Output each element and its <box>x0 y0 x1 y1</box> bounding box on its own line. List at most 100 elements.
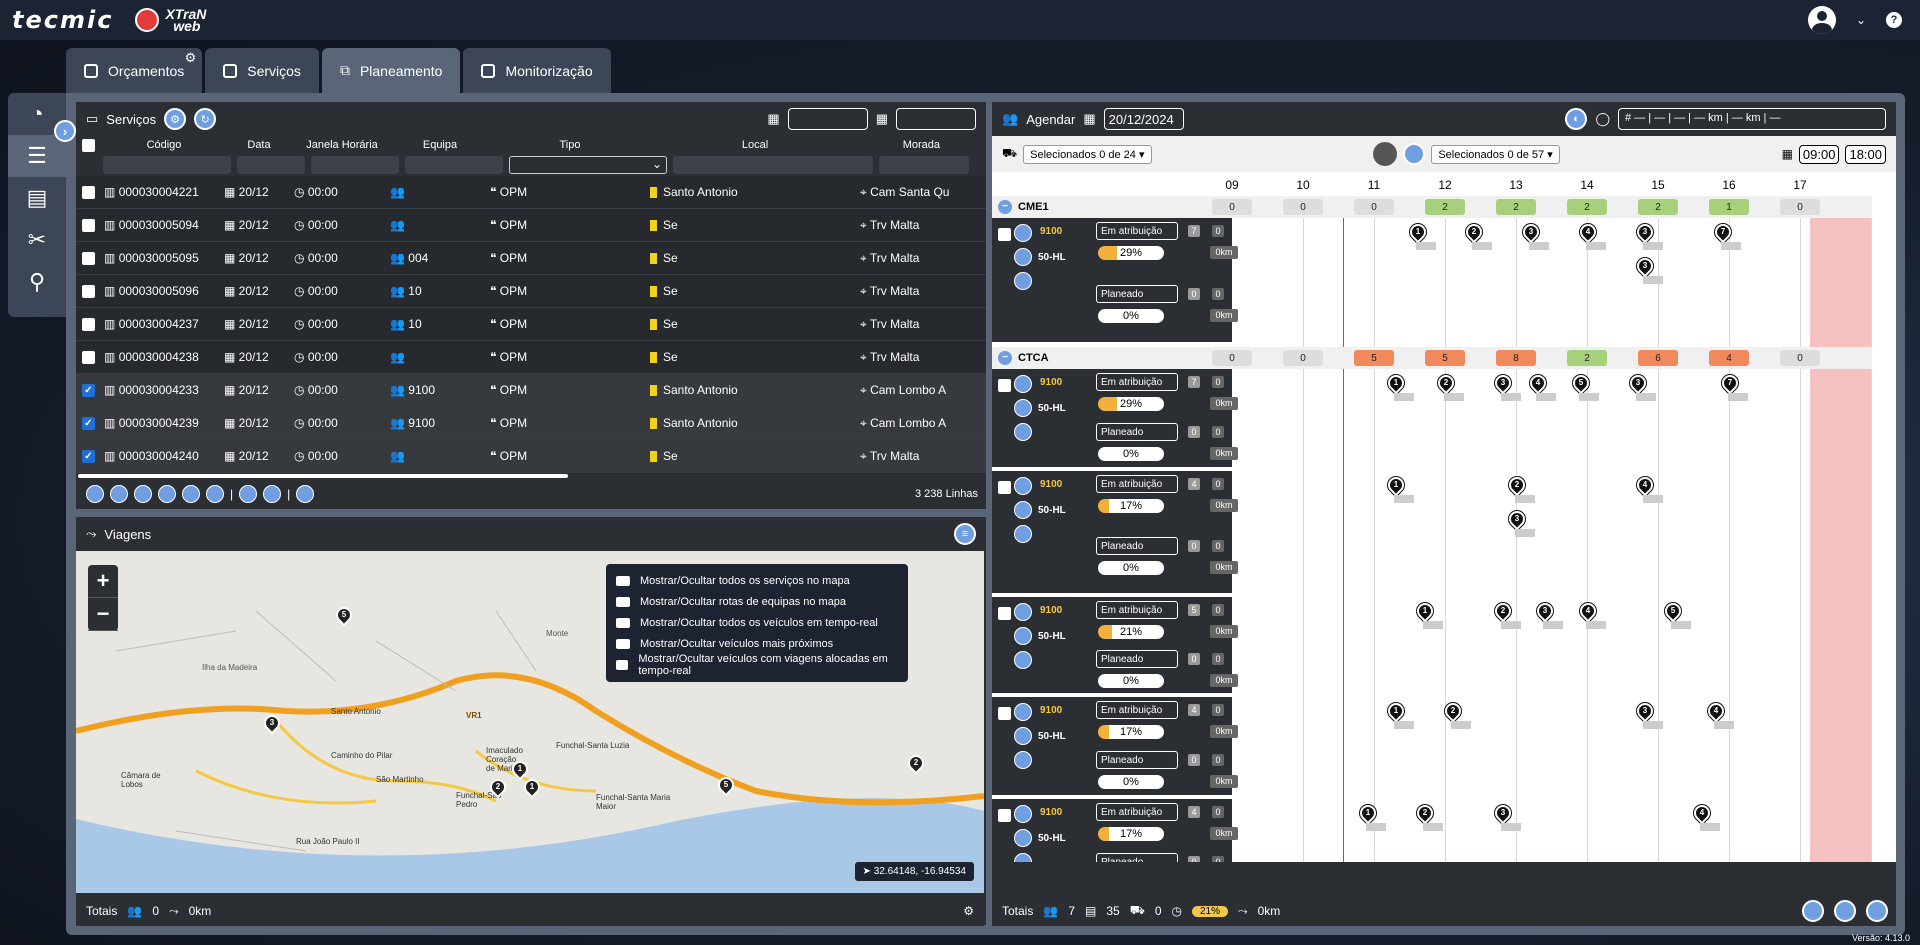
tab-planeamento[interactable]: ⧉ Planeamento <box>321 48 461 93</box>
row-checkbox[interactable] <box>82 251 95 265</box>
service-bar[interactable] <box>1443 393 1464 401</box>
service-pin[interactable]: 3 <box>1519 220 1543 244</box>
col-codigo[interactable]: Código <box>104 139 224 151</box>
service-bar[interactable] <box>1422 823 1443 831</box>
service-pin[interactable]: 3 <box>1505 507 1529 531</box>
start-time-input[interactable]: 09:00 <box>1798 144 1840 164</box>
service-bar[interactable] <box>1451 721 1471 729</box>
calendar-icon[interactable]: ▦ <box>876 111 888 127</box>
col-data[interactable]: Data <box>224 139 294 151</box>
filter-tipo-select[interactable]: ⌄ <box>509 156 667 174</box>
table-row[interactable]: ▥ 000030004237 ▦ 20/12 ◷ 00:00 👥 10 ❝ OP… <box>76 308 986 341</box>
service-pin[interactable]: 1 <box>1413 599 1436 623</box>
schedule-date-input[interactable]: 20/12/2024 <box>1103 108 1184 130</box>
service-pin[interactable]: 2 <box>1441 699 1465 723</box>
table-row[interactable]: ▥ 000030005096 ▦ 20/12 ◷ 00:00 👥 10 ❝ OP… <box>76 275 986 308</box>
add-icon[interactable] <box>110 485 128 503</box>
status-planeado[interactable]: Planeado <box>1096 751 1178 769</box>
map[interactable]: Ilha da Madeira Monte Santo Antonio Câma… <box>76 551 984 893</box>
service-bar[interactable] <box>1529 242 1550 250</box>
menu-item-nearest-vehicles[interactable]: Mostrar/Ocultar veículos mais próximos <box>606 633 908 654</box>
driver-icon[interactable] <box>1014 853 1032 862</box>
service-bar[interactable] <box>1500 621 1521 629</box>
status-planeado[interactable]: Planeado <box>1096 537 1178 555</box>
service-bar[interactable] <box>1642 242 1663 250</box>
service-bar[interactable] <box>1642 721 1663 729</box>
collapse-icon[interactable]: − <box>998 351 1012 365</box>
service-bar[interactable] <box>1543 621 1564 629</box>
bulb-icon[interactable]: ◯ <box>1595 111 1610 127</box>
zoom-out-button[interactable]: − <box>88 598 118 631</box>
service-pin[interactable]: 1 <box>1384 699 1408 723</box>
service-pin[interactable]: 7 <box>1718 371 1742 395</box>
table-row[interactable]: ▥ 000030004238 ▦ 20/12 ◷ 00:00 👥 ❝ OPM S… <box>76 341 986 374</box>
filter-morada[interactable] <box>879 156 969 174</box>
save-icon[interactable] <box>1802 900 1824 922</box>
col-local[interactable]: Local <box>650 139 860 151</box>
nav-tools-icon[interactable]: ✂ <box>8 219 66 261</box>
col-morada[interactable]: Morada <box>860 139 940 151</box>
grid-icon[interactable] <box>296 485 315 503</box>
service-bar[interactable] <box>1713 721 1734 729</box>
driver-icon[interactable] <box>1014 272 1032 290</box>
vehicle-checkbox[interactable] <box>998 481 1011 494</box>
service-bar[interactable] <box>1585 242 1606 250</box>
service-pin[interactable]: 3 <box>1626 371 1649 395</box>
filter-data[interactable] <box>237 156 305 174</box>
service-bar[interactable] <box>1472 242 1493 250</box>
row-checkbox[interactable] <box>82 350 95 364</box>
service-bar[interactable] <box>1671 621 1692 629</box>
delete-icon[interactable] <box>134 485 152 503</box>
service-pin[interactable]: 1 <box>1356 801 1380 825</box>
row-checkbox[interactable] <box>82 218 95 232</box>
vehicle-checkbox[interactable] <box>998 809 1011 822</box>
tab-monitorizacao[interactable]: Monitorização <box>463 48 611 93</box>
driver-icon[interactable] <box>1014 651 1032 669</box>
service-pin[interactable]: 4 <box>1633 473 1657 497</box>
service-pin[interactable]: 5 <box>1661 599 1685 623</box>
col-janela[interactable]: Janela Horária <box>294 139 390 151</box>
status-em-atribuicao[interactable]: Em atribuição <box>1096 475 1178 493</box>
service-pin[interactable]: 5 <box>1569 371 1593 395</box>
nav-reports-icon[interactable]: ▤ <box>8 177 66 219</box>
route-settings-icon[interactable] <box>1866 900 1888 922</box>
document-icon[interactable] <box>239 485 258 503</box>
service-bar[interactable] <box>1536 393 1557 401</box>
zoom-in-button[interactable]: + <box>88 565 118 598</box>
vehicle-checkbox[interactable] <box>998 707 1011 720</box>
status-planeado[interactable]: Planeado <box>1096 285 1178 303</box>
calendar-icon[interactable]: ▦ <box>1083 111 1095 127</box>
horizontal-scrollbar[interactable] <box>78 474 568 478</box>
filter-equipa[interactable] <box>405 156 503 174</box>
table-row[interactable]: ▥ 000030005095 ▦ 20/12 ◷ 00:00 👥 004 ❝ O… <box>76 242 986 275</box>
nav-planning-icon[interactable]: ☰ <box>8 135 66 177</box>
map-layers-button[interactable]: ≡ <box>954 523 976 545</box>
edit-icon[interactable] <box>86 485 104 503</box>
gear-icon[interactable]: ⚙ <box>185 50 197 66</box>
filter-codigo[interactable] <box>103 156 231 174</box>
row-checkbox[interactable] <box>82 284 95 298</box>
filter-janela[interactable] <box>311 156 399 174</box>
service-pin[interactable]: 4 <box>1576 220 1600 244</box>
status-em-atribuicao[interactable]: Em atribuição <box>1096 601 1178 619</box>
service-pin[interactable]: 1 <box>1384 371 1408 395</box>
date-to-input[interactable] <box>896 108 976 130</box>
calendar-icon[interactable]: ▦ <box>1782 147 1793 161</box>
row-checkbox[interactable]: ✓ <box>82 449 95 463</box>
date-from-input[interactable] <box>787 108 868 130</box>
service-bar[interactable] <box>1394 393 1415 401</box>
collapse-icon[interactable]: − <box>998 200 1012 214</box>
col-tipo[interactable]: Tipo <box>490 139 650 151</box>
table-row[interactable]: ✓ ▥ 000030004233 ▦ 20/12 ◷ 00:00 👥 9100 … <box>76 374 986 407</box>
service-bar[interactable] <box>1727 393 1748 401</box>
tab-orcamentos[interactable]: Orçamentos ⚙ <box>66 48 203 93</box>
table-row[interactable]: ✓ ▥ 000030004240 ▦ 20/12 ◷ 00:00 👥 ❝ OPM… <box>76 440 986 473</box>
driver-icon[interactable] <box>1014 751 1032 769</box>
service-pin[interactable]: 3 <box>1491 371 1515 395</box>
service-bar[interactable] <box>1394 721 1415 729</box>
chevron-down-icon[interactable]: ⌄ <box>1856 13 1866 27</box>
service-bar[interactable] <box>1699 823 1720 831</box>
service-bar[interactable] <box>1642 495 1663 503</box>
info-icon[interactable] <box>158 485 176 503</box>
table-row[interactable]: ▥ 000030005094 ▦ 20/12 ◷ 00:00 👥 ❝ OPM S… <box>76 209 986 242</box>
